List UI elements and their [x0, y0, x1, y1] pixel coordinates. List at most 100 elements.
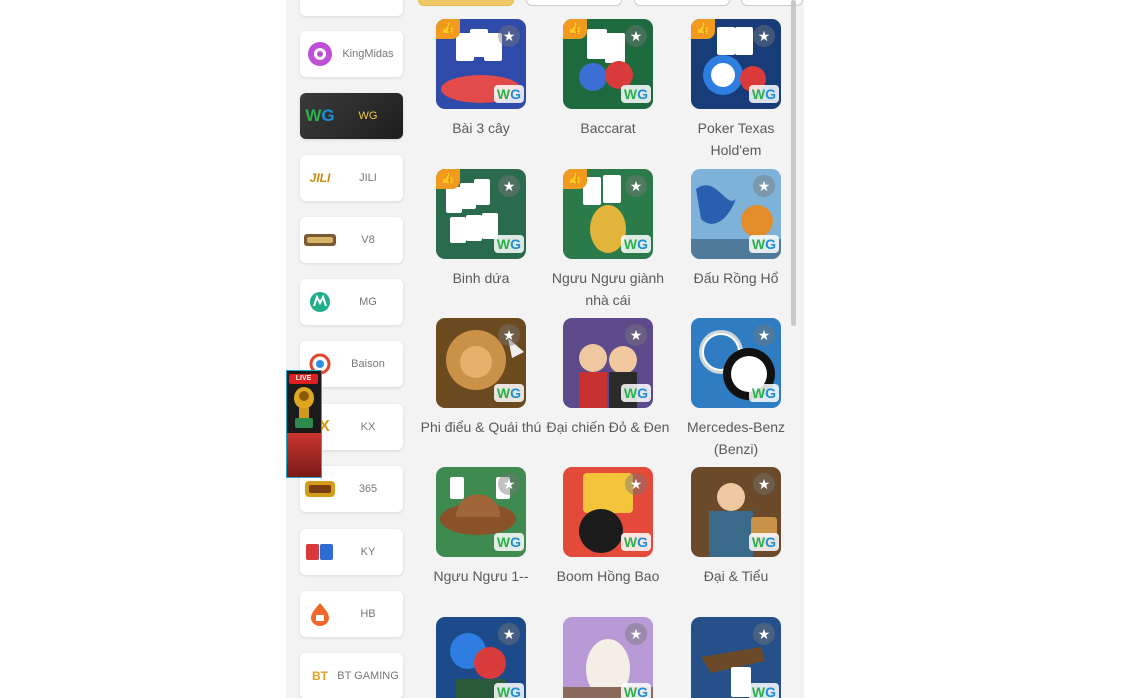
bt-gaming-logo-icon: BT [312, 669, 328, 683]
jili-logo-icon: JILI [309, 171, 331, 185]
thumbs-up-icon: 👍 [436, 169, 460, 189]
favorite-star-icon[interactable]: ★ [498, 623, 520, 645]
game-tile[interactable]: ★ WG Ngưu Ngưu 1-- [417, 467, 545, 587]
game-thumbnail[interactable]: ★ WG [691, 318, 781, 408]
provider-label: Baison [351, 358, 385, 370]
provider-item-mg[interactable]: MG [300, 279, 403, 325]
favorite-star-icon[interactable]: ★ [625, 175, 647, 197]
wg-brand-icon: WG [748, 683, 779, 698]
game-name: Ngưu Ngưu giành nhà cái [551, 270, 665, 308]
favorite-star-icon[interactable]: ★ [498, 175, 520, 197]
page-margin-right [804, 0, 1127, 698]
category-tab-3[interactable] [634, 0, 730, 6]
favorite-star-icon[interactable]: ★ [498, 473, 520, 495]
favorite-star-icon[interactable]: ★ [625, 623, 647, 645]
live-promo-widget[interactable]: LIVE [286, 370, 322, 478]
provider-label: MG [359, 296, 377, 308]
wg-brand-icon: WG [493, 235, 524, 253]
provider-label: BT GAMING [337, 670, 399, 682]
favorite-star-icon[interactable]: ★ [753, 175, 775, 197]
game-thumbnail[interactable]: ★ WG [436, 467, 526, 557]
thumbs-up-icon: 👍 [563, 19, 587, 39]
favorite-star-icon[interactable]: ★ [498, 324, 520, 346]
favorite-star-icon[interactable]: ★ [625, 324, 647, 346]
provider-item-hb[interactable]: HB [300, 591, 403, 637]
favorite-star-icon[interactable]: ★ [625, 473, 647, 495]
game-thumbnail[interactable]: 👍 ★ WG [436, 169, 526, 259]
favorite-star-icon[interactable]: ★ [753, 623, 775, 645]
category-tab-2[interactable] [526, 0, 622, 6]
game-tile[interactable]: ★ WG Boom Hồng Bao [544, 467, 672, 587]
game-tile[interactable]: ★ WG [672, 617, 800, 698]
game-name: Baccarat [580, 120, 636, 136]
game-thumbnail[interactable]: ★ WG [436, 318, 526, 408]
game-lobby: KingMidas WG WG JILI JILI V8 MG Baison X… [286, 0, 804, 698]
wg-brand-icon: WG [493, 384, 524, 402]
game-tile[interactable]: 👍 ★ WG Baccarat [544, 19, 672, 139]
favorite-star-icon[interactable]: ★ [753, 324, 775, 346]
ky-logo-icon [303, 535, 337, 569]
game-tile[interactable]: ★ WG Đại chiến Đỏ & Đen [544, 318, 672, 438]
game-thumbnail[interactable]: ★ WG [691, 169, 781, 259]
wg-brand-icon: WG [748, 533, 779, 551]
provider-item-top[interactable] [300, 0, 403, 16]
game-thumbnail[interactable]: ★ WG [691, 617, 781, 698]
game-tile[interactable]: 👍 ★ WG Bài 3 cây [417, 19, 545, 139]
wg-brand-icon: WG [493, 683, 524, 698]
kingmidas-logo-icon [303, 37, 337, 71]
wg-brand-icon: WG [748, 384, 779, 402]
provider-label: V8 [361, 234, 375, 246]
game-tile[interactable]: ★ WG Đại & Tiểu [672, 467, 800, 587]
trophy-icon [294, 387, 314, 428]
provider-label: WG [358, 110, 378, 122]
favorite-star-icon[interactable]: ★ [753, 25, 775, 47]
game-thumbnail[interactable]: 👍 ★ WG [691, 19, 781, 109]
wg-brand-icon: WG [620, 384, 651, 402]
live-badge: LIVE [289, 374, 318, 384]
provider-item-wg[interactable]: WG WG [300, 93, 403, 139]
provider-label: 365 [358, 483, 378, 495]
game-tile[interactable]: 👍 ★ WG Binh dứa [417, 169, 545, 289]
provider-item-ky[interactable]: KY [300, 529, 403, 575]
scrollbar[interactable] [791, 0, 796, 326]
game-tile[interactable]: 👍 ★ WG Poker Texas Hold'em [672, 19, 800, 161]
game-thumbnail[interactable]: ★ WG [563, 467, 653, 557]
game-tile[interactable]: ★ WG [544, 617, 672, 698]
mg-logo-icon [303, 285, 337, 319]
favorite-star-icon[interactable]: ★ [625, 25, 647, 47]
wg-brand-icon: WG [620, 683, 651, 698]
provider-item-bt-gaming[interactable]: BT BT GAMING [300, 653, 403, 698]
game-thumbnail[interactable]: 👍 ★ WG [563, 169, 653, 259]
game-tile[interactable]: ★ WG Mercedes-Benz (Benzi) [672, 318, 800, 460]
game-thumbnail[interactable]: ★ WG [563, 617, 653, 698]
v8-logo-icon [303, 223, 337, 257]
game-name: Ngưu Ngưu 1-- [433, 568, 529, 584]
game-name: Bài 3 cây [452, 120, 510, 136]
game-thumbnail[interactable]: ★ WG [563, 318, 653, 408]
game-thumbnail[interactable]: ★ WG [436, 617, 526, 698]
thumbs-up-icon: 👍 [563, 169, 587, 189]
game-thumbnail[interactable]: ★ WG [691, 467, 781, 557]
wg-brand-icon: WG [748, 235, 779, 253]
thumbs-up-icon: 👍 [436, 19, 460, 39]
favorite-star-icon[interactable]: ★ [498, 25, 520, 47]
game-tile[interactable]: ★ WG Đấu Rồng Hổ [672, 169, 800, 289]
game-thumbnail[interactable]: 👍 ★ WG [563, 19, 653, 109]
wg-brand-icon: WG [748, 85, 779, 103]
favorite-star-icon[interactable]: ★ [753, 473, 775, 495]
provider-label: HB [360, 608, 376, 620]
provider-item-v8[interactable]: V8 [300, 217, 403, 263]
game-tile[interactable]: 👍 ★ WG Ngưu Ngưu giành nhà cái [544, 169, 672, 311]
game-thumbnail[interactable]: 👍 ★ WG [436, 19, 526, 109]
wg-brand-icon: WG [620, 235, 651, 253]
provider-item-jili[interactable]: JILI JILI [300, 155, 403, 201]
wg-brand-icon: WG [620, 533, 651, 551]
game-tile[interactable]: ★ WG [417, 617, 545, 698]
game-name: Boom Hồng Bao [556, 568, 660, 584]
provider-item-kingmidas[interactable]: KingMidas [300, 31, 403, 77]
category-tab-active[interactable] [418, 0, 514, 6]
game-tile[interactable]: ★ WG Phi điểu & Quái thú [417, 318, 545, 438]
game-name: Mercedes-Benz (Benzi) [686, 419, 786, 457]
provider-sidebar: KingMidas WG WG JILI JILI V8 MG Baison X… [286, 0, 418, 698]
game-name: Đại chiến Đỏ & Đen [546, 419, 670, 435]
